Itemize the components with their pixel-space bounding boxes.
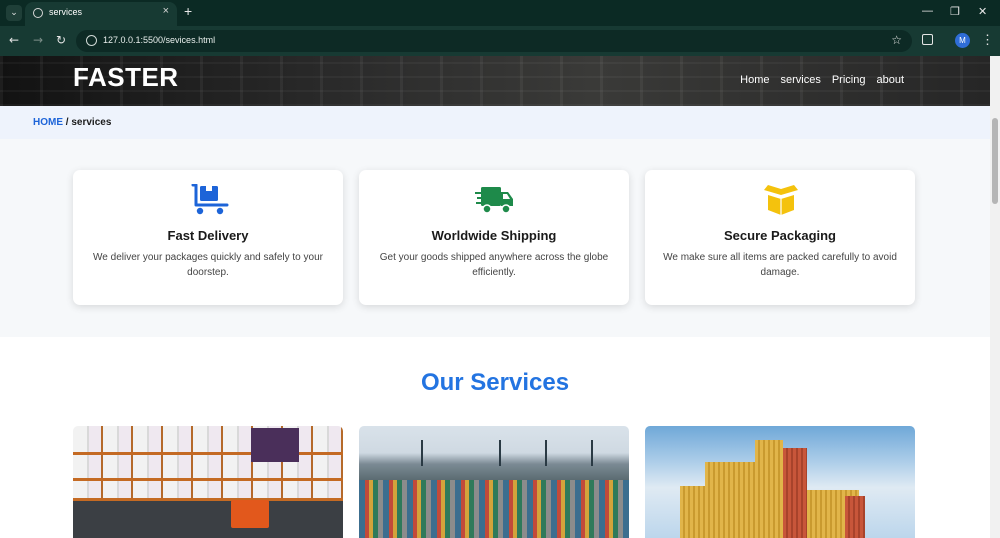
breadcrumb-home-link[interactable]: HOME: [33, 117, 63, 128]
tab-title: services: [49, 7, 83, 17]
site-logo[interactable]: FASTER: [73, 62, 179, 93]
page-scrollbar[interactable]: [990, 56, 1000, 538]
container-port-photo: [359, 426, 629, 538]
extensions-icon[interactable]: [922, 34, 933, 45]
nav-pricing[interactable]: Pricing: [832, 74, 866, 86]
site-info-icon[interactable]: [86, 35, 97, 46]
nav-services[interactable]: services: [781, 74, 821, 86]
container-stack-photo: [645, 426, 915, 538]
browser-menu-icon[interactable]: ⋮: [981, 32, 994, 48]
address-bar[interactable]: 127.0.0.1:5500/sevices.html ☆: [76, 30, 912, 52]
window-close-button[interactable]: ✕: [978, 5, 987, 18]
feature-title: Secure Packaging: [724, 228, 836, 243]
feature-description: We make sure all items are packed carefu…: [663, 252, 897, 278]
back-arrow-icon[interactable]: ←: [9, 33, 19, 47]
scrollbar-thumb[interactable]: [992, 118, 998, 204]
feature-title: Fast Delivery: [167, 228, 249, 243]
bookmark-star-icon[interactable]: ☆: [891, 33, 902, 47]
site-header: FASTER Home services Pricing about: [0, 56, 990, 106]
main-nav: Home services Pricing about: [740, 74, 904, 86]
new-tab-button[interactable]: +: [184, 3, 192, 19]
globe-icon: [33, 8, 43, 18]
window-restore-button[interactable]: ❐: [950, 5, 960, 18]
reload-icon[interactable]: ↻: [56, 33, 66, 47]
breadcrumb: HOME / services: [33, 117, 111, 128]
browser-toolbar: ← → ↻ 127.0.0.1:5500/sevices.html ☆ M ⋮: [0, 26, 1000, 56]
tab-close-button[interactable]: ×: [163, 5, 169, 17]
profile-avatar[interactable]: M: [955, 33, 970, 48]
feature-description: Get your goods shipped anywhere across t…: [379, 252, 609, 278]
dolly-cart-icon: [191, 184, 229, 215]
breadcrumb-current: services: [71, 117, 112, 128]
page-viewport: FASTER Home services Pricing about HOME …: [0, 56, 990, 538]
services-section: Our Services: [0, 337, 990, 538]
truck-icon: [475, 187, 513, 214]
browser-tab[interactable]: services ×: [25, 2, 177, 26]
nav-home[interactable]: Home: [740, 74, 769, 86]
url-text[interactable]: 127.0.0.1:5500/sevices.html: [103, 35, 215, 45]
open-box-icon: [764, 185, 798, 215]
window-minimize-button[interactable]: —: [922, 5, 933, 17]
tab-search-button[interactable]: ⌄: [6, 5, 22, 21]
feature-card-secure-packaging: Secure Packaging We make sure all items …: [645, 170, 915, 305]
browser-tab-strip: ⌄ services × + — ❐ ✕: [0, 0, 1000, 26]
forward-arrow-icon[interactable]: →: [33, 33, 43, 47]
features-section: Fast Delivery We deliver your packages q…: [0, 139, 990, 337]
warehouse-photo: [73, 426, 343, 538]
services-heading: Our Services: [420, 369, 570, 396]
feature-description: We deliver your packages quickly and saf…: [93, 252, 323, 278]
breadcrumb-bar: HOME / services: [0, 106, 990, 139]
feature-card-worldwide-shipping: Worldwide Shipping Get your goods shippe…: [359, 170, 629, 305]
feature-card-fast-delivery: Fast Delivery We deliver your packages q…: [73, 170, 343, 305]
feature-title: Worldwide Shipping: [431, 228, 557, 243]
nav-about[interactable]: about: [876, 74, 904, 86]
